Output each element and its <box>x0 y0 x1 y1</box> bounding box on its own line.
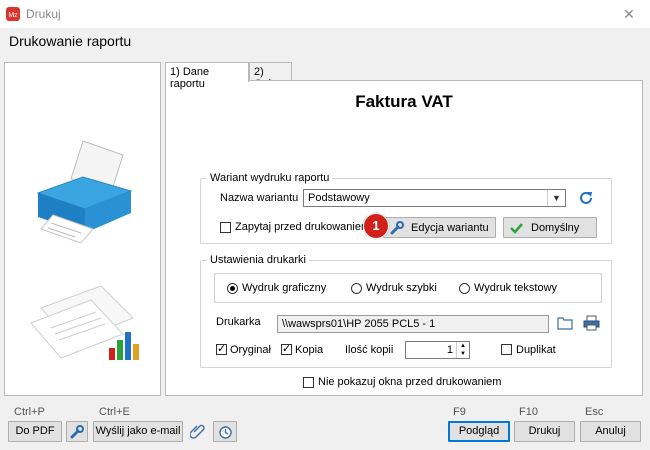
close-icon[interactable]: ✕ <box>620 6 638 22</box>
edit-variant-button[interactable]: Edycja wariantu <box>383 217 496 238</box>
copy-checkbox[interactable] <box>281 342 292 355</box>
printer-value: \\wawsprs01\HP 2055 PCL5 - 1 <box>282 318 436 330</box>
print-shortcut: F10 <box>519 406 538 418</box>
radio-wydruk-graficzny[interactable] <box>227 283 238 294</box>
send-email-button[interactable]: Wyślij jako e-mail <box>93 421 183 442</box>
radio-wydruk-tekstowy[interactable] <box>459 283 470 294</box>
variant-name-label: Nazwa wariantu <box>220 192 299 204</box>
preview-button[interactable]: Podgląd <box>448 421 510 442</box>
variant-name-value: Podstawowy <box>308 192 370 204</box>
refresh-icon[interactable] <box>578 190 594 206</box>
preview-shortcut: F9 <box>453 406 466 418</box>
printer-label: Drukarka <box>216 316 261 328</box>
printer-settings-legend: Ustawienia drukarki <box>210 254 306 266</box>
window-titlebar <box>0 0 650 28</box>
tab-dane-raportu[interactable]: 1) Dane raportu <box>165 62 249 90</box>
ask-before-print-checkbox[interactable] <box>220 222 231 233</box>
wrench-icon <box>70 425 84 439</box>
duplicate-label: Duplikat <box>516 344 556 356</box>
dont-show-label: Nie pokazuj okna przed drukowaniem <box>318 376 502 388</box>
edit-variant-label: Edycja wariantu <box>411 222 489 234</box>
original-label: Oryginał <box>230 344 271 356</box>
svg-text:Mz: Mz <box>8 12 18 19</box>
radio-wydruk-graficzny-label: Wydruk graficzny <box>242 282 327 294</box>
copy-label: Kopia <box>295 344 324 356</box>
folder-icon[interactable] <box>557 316 573 330</box>
wrench-icon <box>390 221 404 235</box>
variant-name-select[interactable]: Podstawowy ▼ <box>303 189 566 207</box>
tab-opis[interactable]: 2) Opis <box>249 62 292 90</box>
chevron-down-icon[interactable]: ▼ <box>547 190 565 206</box>
step-badge: 1 <box>363 213 389 239</box>
ask-before-print-label: Zapytaj przed drukowaniem <box>235 221 371 233</box>
printer-field: \\wawsprs01\HP 2055 PCL5 - 1 <box>277 315 549 333</box>
dont-show-checkbox[interactable] <box>303 377 314 388</box>
email-shortcut: Ctrl+E <box>99 406 130 418</box>
pdf-button[interactable]: Do PDF <box>8 421 62 442</box>
paperclip-icon[interactable] <box>190 423 206 440</box>
default-variant-button[interactable]: Domyślny <box>503 217 597 238</box>
settings-wrench-button[interactable] <box>66 421 88 442</box>
original-checkbox[interactable] <box>216 342 227 355</box>
copies-count-label: Ilość kopii <box>345 344 394 356</box>
checkmark-icon <box>510 223 523 234</box>
printer-illustration-icon <box>36 140 133 243</box>
history-button[interactable] <box>213 421 237 442</box>
window-title: Drukuj <box>26 7 61 21</box>
cancel-shortcut: Esc <box>585 406 604 418</box>
variant-group-legend: Wariant wydruku raportu <box>210 172 330 184</box>
radio-wydruk-szybki-label: Wydruk szybki <box>366 282 437 294</box>
pdf-shortcut: Ctrl+P <box>14 406 45 418</box>
duplicate-checkbox[interactable] <box>501 344 512 355</box>
stepper-arrows-icon[interactable]: ▲ ▼ <box>456 342 469 358</box>
copies-count-stepper[interactable]: 1 ▲ ▼ <box>405 341 470 359</box>
default-variant-label: Domyślny <box>531 222 580 234</box>
printer-icon[interactable] <box>583 315 600 331</box>
print-button[interactable]: Drukuj <box>514 421 575 442</box>
history-icon <box>219 426 232 439</box>
radio-wydruk-szybki[interactable] <box>351 283 362 294</box>
radio-wydruk-tekstowy-label: Wydruk tekstowy <box>474 282 558 294</box>
cancel-button[interactable]: Anuluj <box>580 421 641 442</box>
report-title: Faktura VAT <box>355 92 453 111</box>
dialog-title: Drukowanie raportu <box>9 33 132 49</box>
documents-chart-illustration-icon <box>30 285 139 360</box>
illustration-panel <box>4 62 161 396</box>
app-logo-icon: Mz <box>6 7 20 21</box>
copies-count-value: 1 <box>446 344 453 356</box>
